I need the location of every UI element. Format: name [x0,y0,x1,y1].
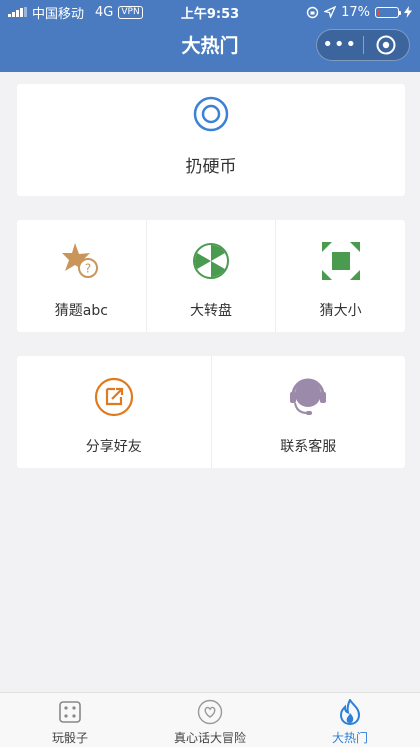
status-bar: 中国移动 4G VPN 上午9:53 17% [0,0,420,24]
flame-icon [339,699,361,725]
customer-service-label: 联系客服 [280,439,337,455]
share-friends-label: 分享好友 [85,439,142,455]
dice-icon [59,701,81,723]
customer-service-item[interactable]: 联系客服 [212,356,406,468]
coin-toss-card[interactable]: 扔硬币 [17,84,405,196]
status-time: 上午9:53 [180,6,240,22]
share-friends-item[interactable]: 分享好友 [17,356,212,468]
big-wheel-label: 大转盘 [190,303,232,319]
guess-size-label: 猜大小 [319,303,362,319]
signal-icon [8,7,27,17]
battery-icon [375,6,401,18]
headset-icon [290,378,327,415]
vpn-badge: VPN [118,5,143,19]
close-circle-icon [376,35,396,55]
action-grid: 分享好友 联系客服 [17,356,405,468]
expand-icon [321,242,360,280]
wheel-icon [193,243,229,279]
target-icon [193,96,229,132]
big-wheel-item[interactable]: 大转盘 [147,220,277,332]
svg-text:?: ? [85,262,91,276]
star-question-icon: ? [62,243,99,278]
guess-abc-label: 猜题abc [54,303,108,319]
tab-hot-label: 大热门 [331,731,368,745]
charging-icon [404,6,412,18]
network-label: 4G [95,4,114,20]
guess-abc-item[interactable]: ? 猜题abc [17,220,147,332]
tab-dice[interactable]: 玩骰子 [0,693,140,747]
rotation-lock-icon [306,6,319,18]
guess-size-item[interactable]: 猜大小 [276,220,405,332]
tab-bar: 玩骰子 真心话大冒险 大热门 [0,692,420,747]
share-icon [94,377,133,417]
coin-toss-label: 扔硬币 [185,157,237,177]
tab-truth-or-dare[interactable]: 真心话大冒险 [140,693,280,747]
carrier-label: 中国移动 [32,6,85,22]
tab-hot[interactable]: 大热门 [280,693,420,747]
tab-truth-or-dare-label: 真心话大冒险 [173,731,246,745]
close-button[interactable] [364,34,410,56]
navigation-bar: 大热门 ••• [0,24,420,72]
battery-percent: 17% [341,4,370,20]
more-button[interactable]: ••• [317,30,363,60]
heart-icon [197,699,223,725]
game-grid: ? 猜题abc 大转盘 猜大小 [17,220,405,332]
location-icon [324,6,337,18]
tab-dice-label: 玩骰子 [51,731,88,745]
mini-program-capsule: ••• [316,29,410,61]
